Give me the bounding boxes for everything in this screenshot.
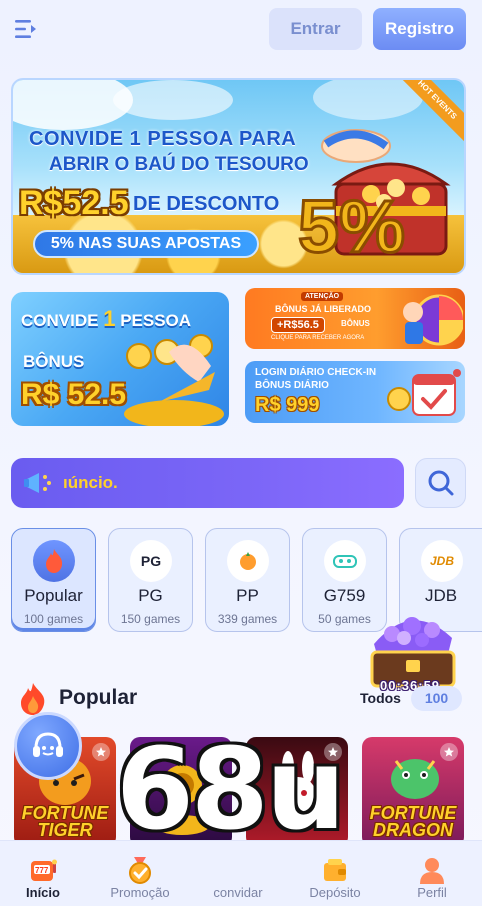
hero-amount: R$52.5: [19, 184, 129, 222]
hero-discount-label: DE DESCONTO: [133, 193, 280, 215]
hero-banner[interactable]: CONVIDE 1 PESSOA PARA ABRIR O BAÚ DO TES…: [11, 78, 466, 275]
bonus-released-amount: +R$56.5: [271, 317, 325, 333]
game-card-fortune-dragon[interactable]: FORTUNE DRAGON: [362, 737, 464, 847]
register-button[interactable]: Registro: [373, 8, 466, 50]
category-name: PG: [138, 586, 163, 605]
brand-watermark: 68u: [116, 725, 346, 855]
flame-icon: [33, 540, 75, 582]
nav-promocao[interactable]: Promoção: [92, 841, 188, 906]
calendar-check-icon: [387, 369, 461, 416]
category-count: 100 games: [23, 612, 84, 626]
headset-icon: [33, 732, 63, 757]
category-name: G759: [323, 586, 366, 605]
login-button[interactable]: Entrar: [269, 8, 362, 50]
nav-inicio[interactable]: 777 Início: [0, 841, 91, 906]
search-button[interactable]: [415, 458, 466, 508]
announcement-marquee[interactable]: ıúncio.: [11, 458, 404, 508]
gamepad-icon: [324, 540, 366, 582]
category-pg[interactable]: PG PG 150 games: [108, 528, 193, 632]
person-icon: [420, 858, 444, 884]
invite-tile-title: CONVIDE 1 PESSOA: [21, 306, 192, 331]
bonus-released-tile[interactable]: ATENÇÃO BÔNUS JÁ LIBERADO +R$56.5 BÔNUS …: [245, 288, 465, 349]
checkin-title: LOGIN DIÁRIO CHECK-IN: [255, 367, 377, 378]
cloud-decoration: [113, 80, 233, 120]
medal-icon: [129, 857, 151, 884]
category-popular[interactable]: Popular 100 games: [11, 528, 96, 632]
nav-convidar[interactable]: convidar: [190, 841, 286, 906]
nav-label: Perfil: [417, 885, 447, 900]
category-name: PP: [236, 586, 259, 605]
game-name: FORTUNE DRAGON: [369, 803, 457, 840]
nav-label: Depósito: [309, 885, 361, 900]
hero-bet-pill: 5% NAS SUAS APOSTAS: [33, 230, 259, 258]
category-name: JDB: [424, 586, 458, 605]
search-icon: [428, 470, 453, 496]
checkin-subtitle: BÔNUS DIÁRIO: [255, 380, 329, 391]
hero-headline-1: CONVIDE 1 PESSOA PARA: [29, 128, 297, 150]
nav-label: Promoção: [110, 885, 170, 900]
slot-machine-icon: 777: [31, 859, 57, 881]
wallet-icon: [324, 859, 346, 881]
svg-text:777: 777: [35, 866, 49, 875]
category-count: 339 games: [217, 612, 278, 626]
coins-hand-icon: [124, 334, 224, 426]
bottom-navigation: 777 Início Promoção convidar Depósito Pe…: [0, 840, 482, 906]
nav-label: Início: [26, 885, 60, 900]
pg-logo-icon: PG: [130, 540, 172, 582]
dragon-illustration: [391, 759, 439, 799]
section-title: Popular: [59, 686, 138, 709]
flame-icon: [21, 683, 45, 715]
megaphone-icon: [24, 473, 51, 493]
bonus-released-title: BÔNUS JÁ LIBERADO: [275, 304, 372, 314]
menu-icon[interactable]: [14, 18, 38, 40]
hero-percent: 5%: [298, 185, 405, 268]
nav-label: convidar: [213, 885, 263, 900]
nav-perfil[interactable]: Perfil: [384, 841, 480, 906]
top-bar: Entrar Registro: [0, 0, 482, 60]
prize-wheel-icon: [403, 294, 463, 346]
jdb-logo-icon: JDB: [421, 540, 463, 582]
view-all-count[interactable]: 100: [411, 686, 462, 711]
daily-checkin-tile[interactable]: LOGIN DIÁRIO CHECK-IN BÔNUS DIÁRIO R$ 99…: [245, 361, 465, 423]
game-name: FORTUNE TIGER: [21, 803, 109, 840]
attention-badge: ATENÇÃO: [301, 292, 344, 301]
category-pp[interactable]: PP 339 games: [205, 528, 290, 632]
invite-tile-amount: R$ 52.5: [21, 378, 127, 411]
bonus-released-cta: CLIQUE PARA RECEBER AGORA: [271, 335, 365, 341]
pp-logo-icon: [227, 540, 269, 582]
support-button[interactable]: [14, 712, 82, 780]
category-count: 150 games: [120, 612, 181, 626]
checkin-amount: R$ 999: [255, 394, 320, 416]
category-name: Popular: [24, 586, 83, 605]
treasure-chest-icon: 5%: [297, 129, 451, 270]
view-all-link[interactable]: Todos: [360, 690, 401, 706]
hero-headline-2: ABRIR O BAÚ DO TESOURO: [49, 154, 309, 175]
nav-deposito[interactable]: Depósito: [287, 841, 383, 906]
invite-promo-tile[interactable]: CONVIDE 1 PESSOA BÔNUS R$ 52.5: [11, 292, 229, 426]
announcement-text: ıúncio.: [63, 473, 118, 492]
bonus-released-suffix: BÔNUS: [341, 319, 370, 328]
invite-tile-bonus-label: BÔNUS: [23, 352, 85, 371]
